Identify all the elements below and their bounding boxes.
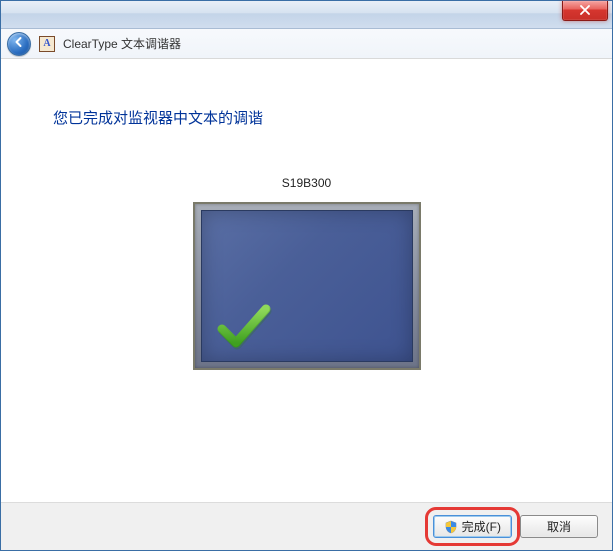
window-title: ClearType 文本调谐器 bbox=[63, 35, 181, 52]
content-area: 您已完成对监视器中文本的调谐 S19B300 bbox=[1, 59, 612, 502]
nav-bar: A ClearType 文本调谐器 bbox=[1, 29, 612, 59]
close-icon bbox=[579, 4, 591, 18]
page-heading: 您已完成对监视器中文本的调谐 bbox=[53, 107, 560, 128]
checkmark-icon bbox=[216, 303, 272, 351]
monitor-preview: S19B300 bbox=[53, 176, 560, 370]
dialog-window: A ClearType 文本调谐器 您已完成对监视器中文本的调谐 S19B300 bbox=[0, 0, 613, 551]
app-icon: A bbox=[39, 36, 55, 52]
cancel-button[interactable]: 取消 bbox=[520, 515, 598, 538]
shield-icon bbox=[444, 520, 458, 534]
finish-button[interactable]: 完成(F) bbox=[433, 515, 512, 538]
titlebar bbox=[1, 1, 612, 29]
back-button[interactable] bbox=[7, 32, 31, 56]
monitor-frame bbox=[193, 202, 421, 370]
arrow-left-icon bbox=[13, 36, 25, 51]
button-row: 完成(F) 取消 bbox=[1, 502, 612, 550]
cancel-button-label: 取消 bbox=[547, 518, 571, 535]
monitor-name: S19B300 bbox=[282, 176, 331, 190]
monitor-screen bbox=[201, 210, 413, 362]
close-button[interactable] bbox=[562, 1, 608, 21]
finish-button-label: 完成(F) bbox=[462, 518, 501, 535]
